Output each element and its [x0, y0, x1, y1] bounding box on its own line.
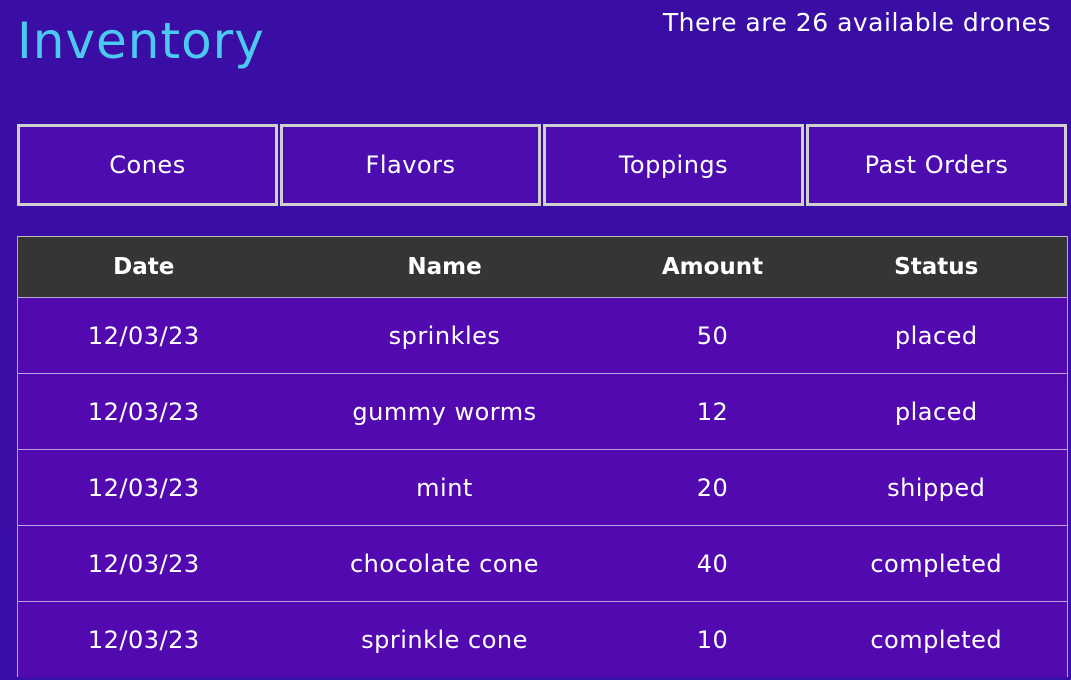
- cell-date: 12/03/23: [17, 297, 270, 374]
- cell-status: placed: [805, 297, 1068, 374]
- tab-flavors[interactable]: Flavors: [280, 124, 541, 206]
- column-header-amount: Amount: [619, 236, 806, 298]
- table-row: 12/03/23 sprinkle cone 10 completed: [17, 601, 1068, 677]
- cell-date: 12/03/23: [17, 601, 270, 677]
- cell-name: mint: [269, 449, 620, 526]
- cell-name: sprinkle cone: [269, 601, 620, 677]
- cell-name: chocolate cone: [269, 525, 620, 602]
- column-header-status: Status: [805, 236, 1068, 298]
- available-drones-status: There are 26 available drones: [662, 8, 1051, 37]
- cell-amount: 12: [619, 373, 806, 450]
- cell-name: sprinkles: [269, 297, 620, 374]
- cell-amount: 10: [619, 601, 806, 677]
- column-header-name: Name: [269, 236, 620, 298]
- inventory-tabs: Cones Flavors Toppings Past Orders: [17, 124, 1067, 206]
- cell-amount: 50: [619, 297, 806, 374]
- cell-status: placed: [805, 373, 1068, 450]
- cell-date: 12/03/23: [17, 449, 270, 526]
- table-row: 12/03/23 chocolate cone 40 completed: [17, 525, 1068, 602]
- cell-status: completed: [805, 525, 1068, 602]
- cell-status: completed: [805, 601, 1068, 677]
- table-row: 12/03/23 sprinkles 50 placed: [17, 297, 1068, 374]
- tab-past-orders[interactable]: Past Orders: [806, 124, 1067, 206]
- column-header-date: Date: [17, 236, 270, 298]
- table-header-row: Date Name Amount Status: [17, 236, 1068, 298]
- cell-date: 12/03/23: [17, 373, 270, 450]
- cell-date: 12/03/23: [17, 525, 270, 602]
- table-row: 12/03/23 mint 20 shipped: [17, 449, 1068, 526]
- table-row: 12/03/23 gummy worms 12 placed: [17, 373, 1068, 450]
- tab-cones[interactable]: Cones: [17, 124, 278, 206]
- orders-table: Date Name Amount Status 12/03/23 sprinkl…: [17, 236, 1068, 677]
- cell-name: gummy worms: [269, 373, 620, 450]
- cell-amount: 20: [619, 449, 806, 526]
- page-title: Inventory: [17, 12, 265, 70]
- tab-toppings[interactable]: Toppings: [543, 124, 804, 206]
- cell-amount: 40: [619, 525, 806, 602]
- cell-status: shipped: [805, 449, 1068, 526]
